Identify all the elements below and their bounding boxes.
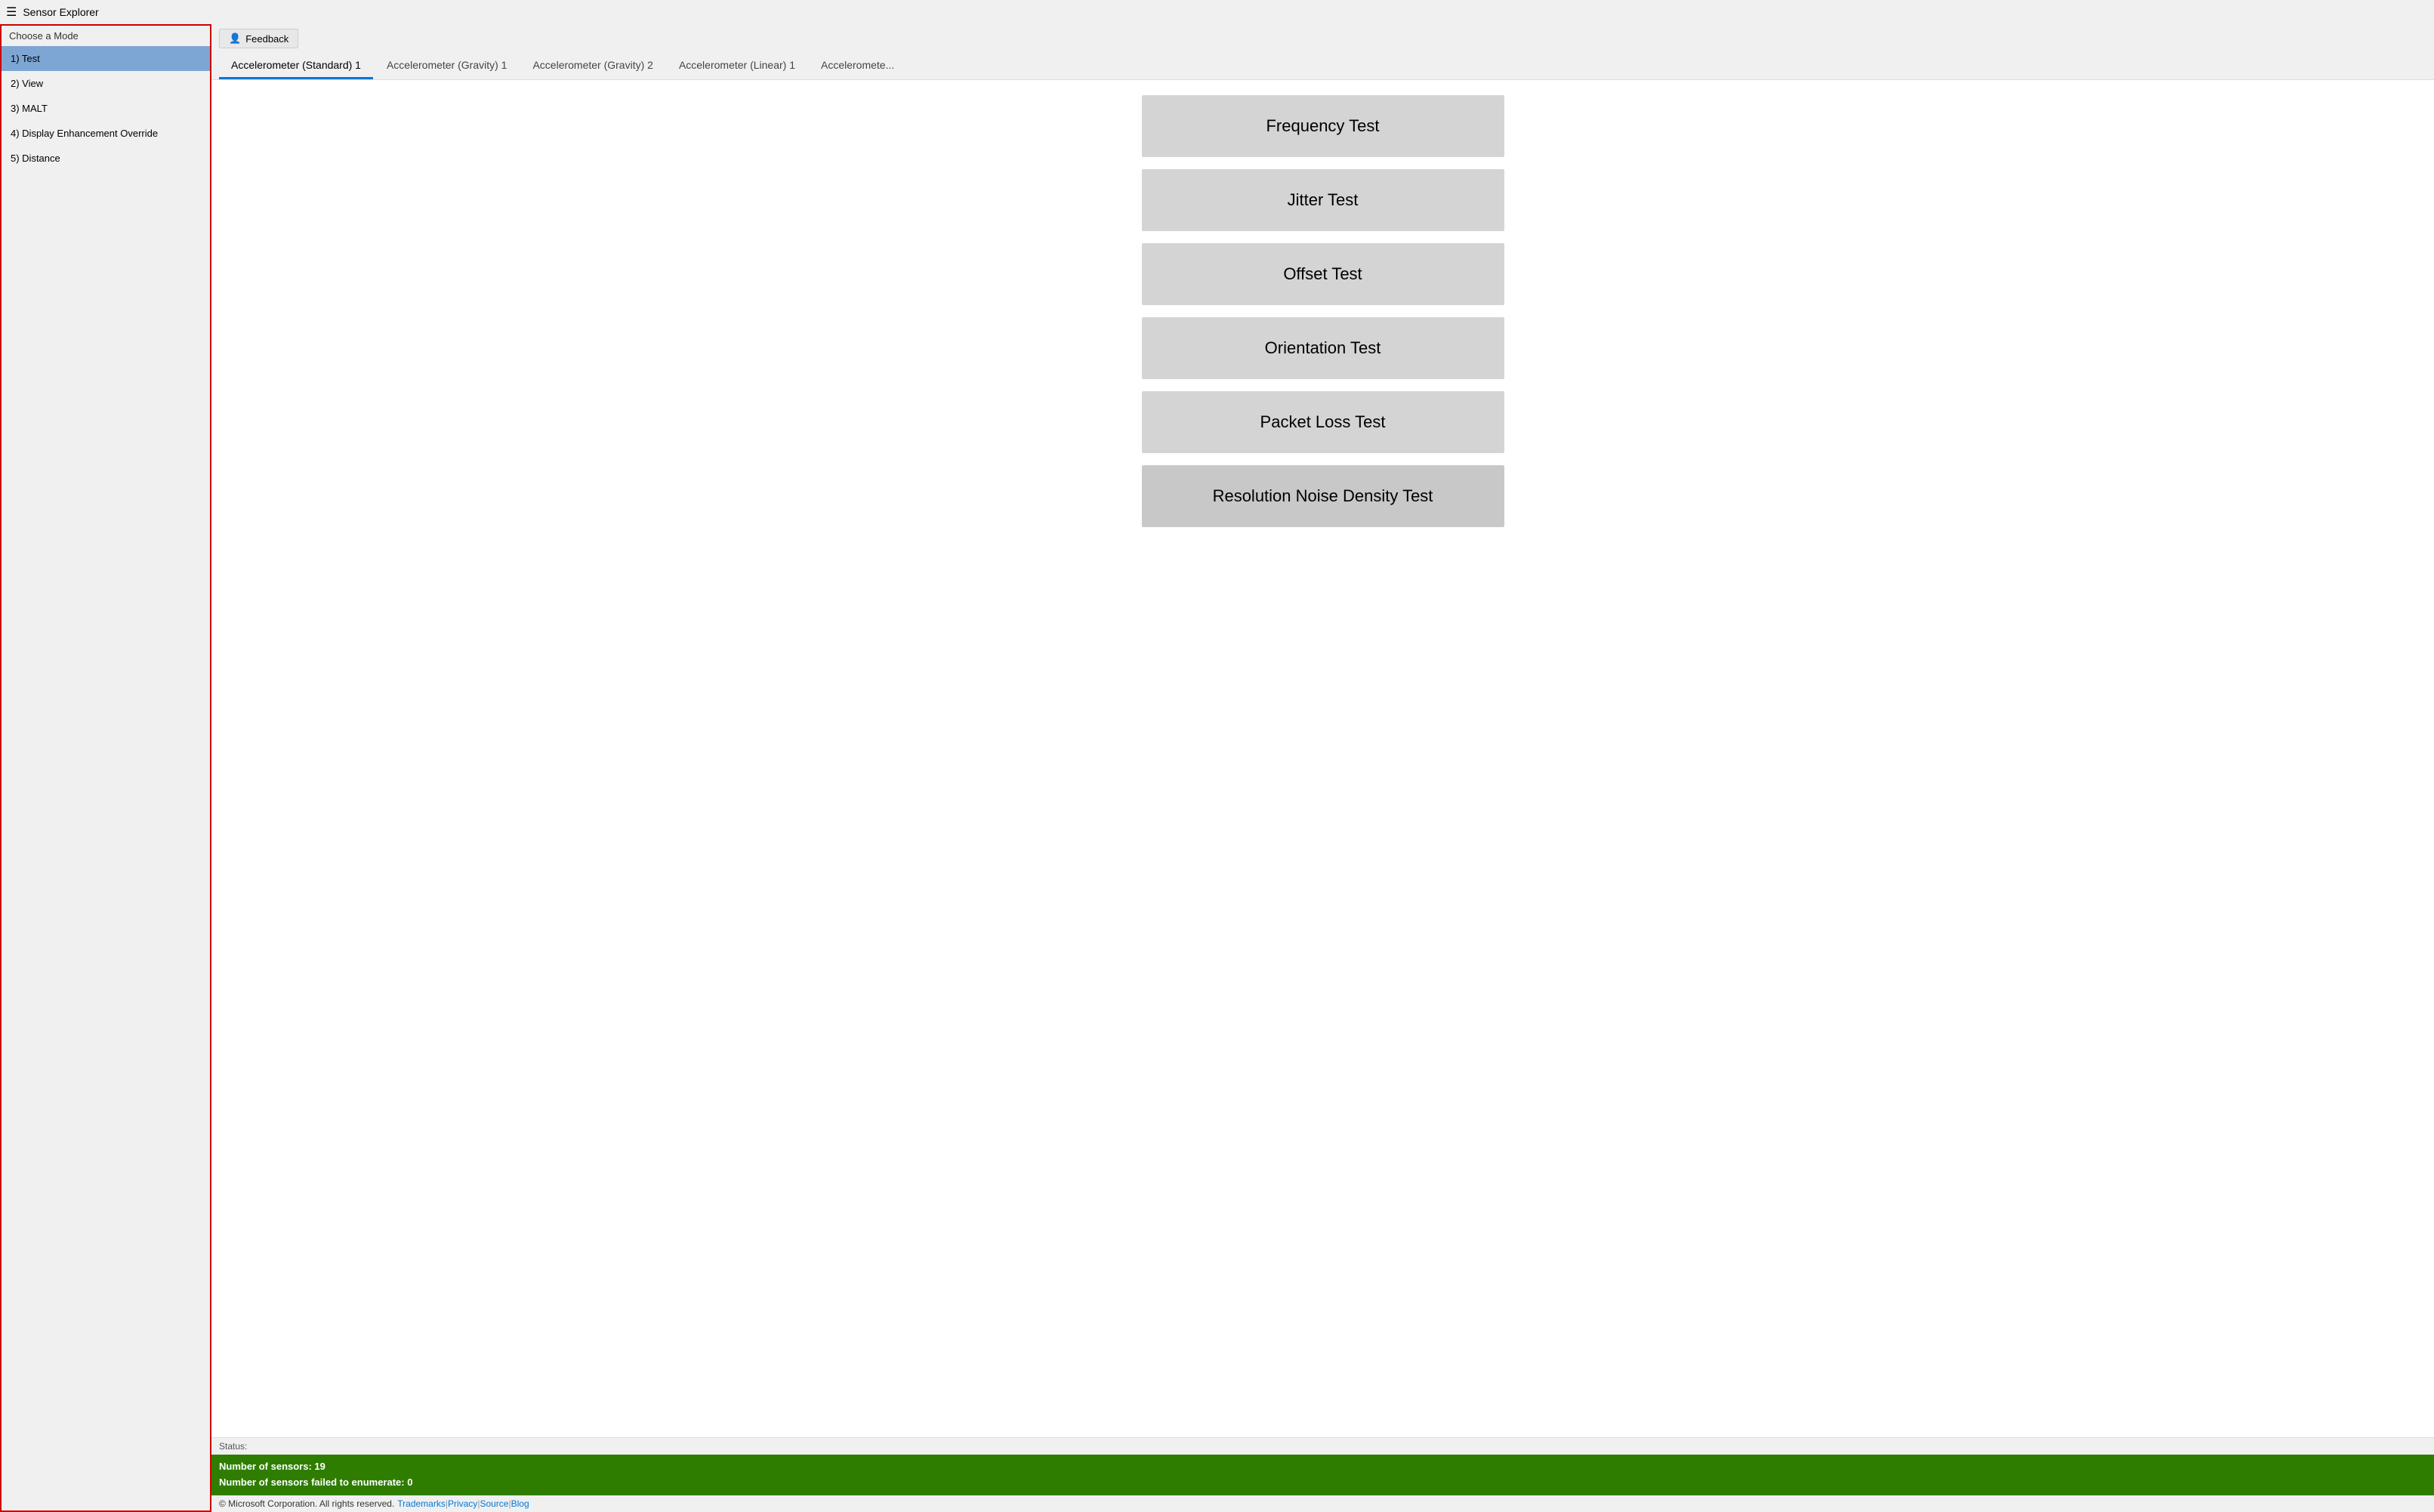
status-line1: Number of sensors: 19: [219, 1459, 2426, 1475]
mode-display[interactable]: 4) Display Enhancement Override: [2, 121, 210, 146]
tab-accel-more[interactable]: Acceleromete...: [809, 53, 906, 79]
sidebar-items: 1) Test2) View3) MALT4) Display Enhancem…: [2, 46, 210, 171]
mode-test[interactable]: 1) Test: [2, 46, 210, 71]
right-panel: 👤 Feedback Accelerometer (Standard) 1Acc…: [211, 24, 2434, 1512]
hamburger-icon[interactable]: ☰: [6, 5, 17, 20]
link-privacy[interactable]: Privacy: [448, 1498, 477, 1509]
main-area: Choose a Mode 1) Test2) View3) MALT4) Di…: [0, 24, 2434, 1512]
btn-jitter[interactable]: Jitter Test: [1142, 169, 1504, 231]
tab-accel-grav-2[interactable]: Accelerometer (Gravity) 2: [520, 53, 665, 79]
link-trademarks[interactable]: Trademarks: [397, 1498, 446, 1509]
copyright-text: © Microsoft Corporation. All rights rese…: [219, 1498, 394, 1509]
feedback-button[interactable]: 👤 Feedback: [219, 29, 298, 48]
tabs-area: Accelerometer (Standard) 1Accelerometer …: [211, 53, 2434, 80]
tab-accel-std-1[interactable]: Accelerometer (Standard) 1: [219, 53, 373, 79]
tab-accel-grav-1[interactable]: Accelerometer (Gravity) 1: [375, 53, 519, 79]
link-source[interactable]: Source: [480, 1498, 508, 1509]
tab-accel-lin-1[interactable]: Accelerometer (Linear) 1: [667, 53, 807, 79]
status-label: Status:: [211, 1438, 2434, 1455]
footer-links: Trademarks|Privacy|Source|Blog: [397, 1498, 529, 1509]
btn-frequency[interactable]: Frequency Test: [1142, 95, 1504, 157]
sidebar-header: Choose a Mode: [2, 26, 210, 46]
mode-malt[interactable]: 3) MALT: [2, 96, 210, 121]
feedback-label: Feedback: [245, 33, 288, 45]
link-blog[interactable]: Blog: [511, 1498, 529, 1509]
content-area: Frequency Test Jitter Test Offset Test Orie…: [211, 80, 2434, 1437]
btn-packet-loss[interactable]: Packet Loss Test: [1142, 391, 1504, 453]
footer: Status: Number of sensors: 19 Number of …: [211, 1437, 2434, 1512]
app-title: Sensor Explorer: [23, 6, 98, 18]
feedback-icon: 👤: [229, 32, 241, 45]
btn-offset[interactable]: Offset Test: [1142, 243, 1504, 305]
titlebar: ☰ Sensor Explorer: [0, 0, 2434, 24]
mode-view[interactable]: 2) View: [2, 71, 210, 96]
copyright-bar: © Microsoft Corporation. All rights rese…: [211, 1495, 2434, 1512]
toolbar: 👤 Feedback: [211, 24, 2434, 53]
status-line2: Number of sensors failed to enumerate: 0: [219, 1475, 2426, 1491]
status-bar: Number of sensors: 19 Number of sensors …: [211, 1455, 2434, 1495]
mode-distance[interactable]: 5) Distance: [2, 146, 210, 171]
btn-resolution-noise[interactable]: Resolution Noise Density Test: [1142, 465, 1504, 527]
btn-orientation[interactable]: Orientation Test: [1142, 317, 1504, 379]
sidebar: Choose a Mode 1) Test2) View3) MALT4) Di…: [0, 24, 211, 1512]
